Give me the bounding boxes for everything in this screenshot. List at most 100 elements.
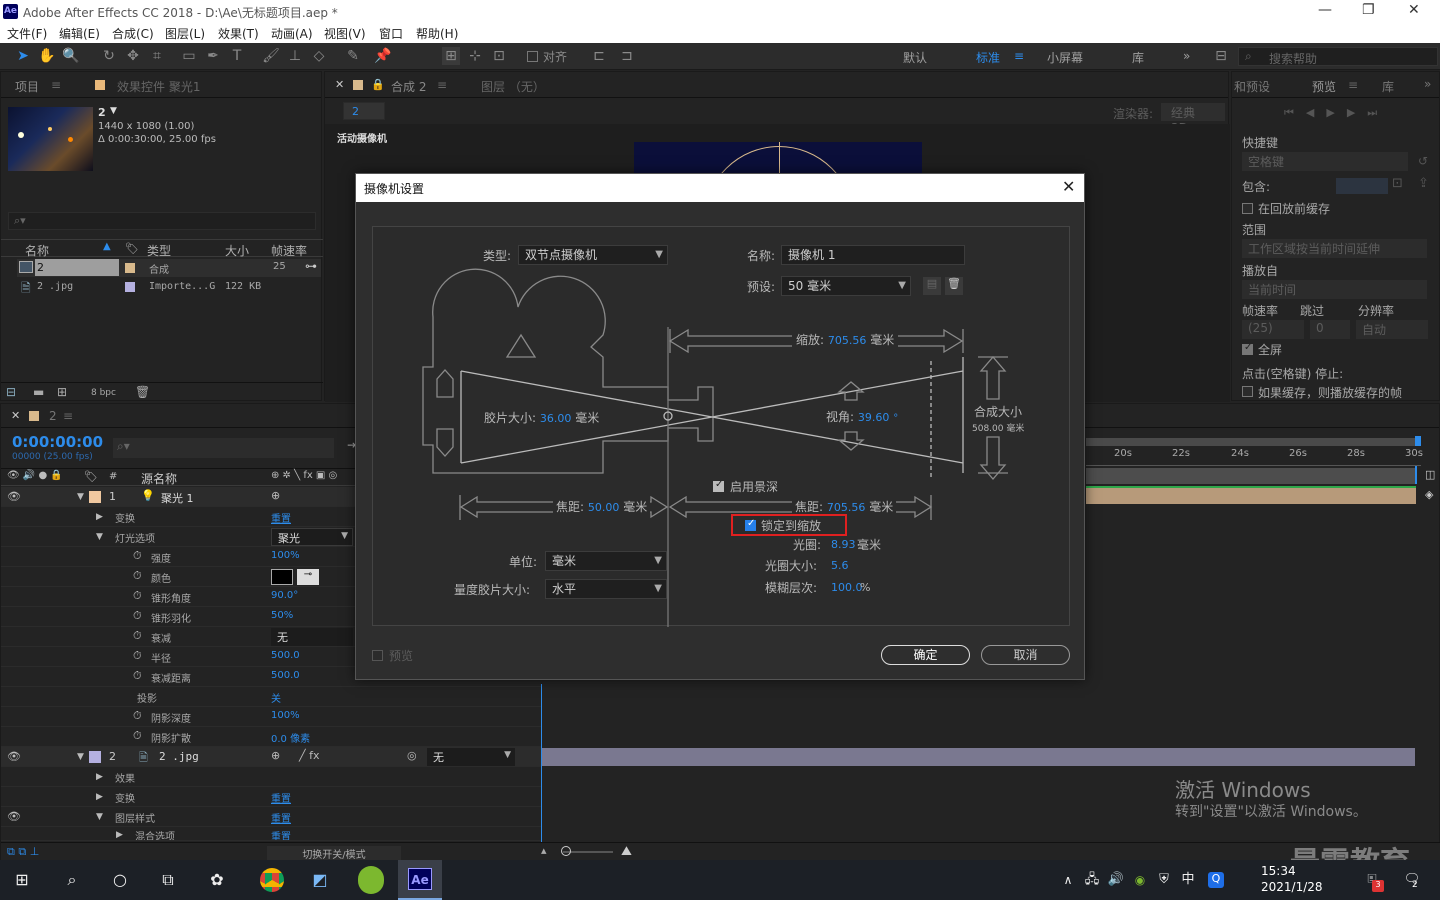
delete-preset-icon[interactable]: 🗑 xyxy=(945,277,963,295)
search-icon[interactable]: ⌕ xyxy=(60,868,84,892)
stopwatch-icon[interactable]: ⏱ xyxy=(133,649,142,663)
text-tool-icon[interactable]: T xyxy=(228,47,246,65)
close-tab-icon[interactable]: ✕ xyxy=(11,409,20,422)
falloff-select[interactable]: 无 xyxy=(271,628,353,646)
preview-menu-icon[interactable]: ≡ xyxy=(1348,78,1358,92)
windows-start-icon[interactable]: ⊞ xyxy=(10,868,34,892)
expand-arrow-icon[interactable]: ▶ xyxy=(96,772,103,782)
app-icon[interactable]: ◩ xyxy=(308,868,332,892)
stopwatch-icon[interactable]: ⏱ xyxy=(133,549,142,563)
trash-icon[interactable]: 🗑 xyxy=(135,385,150,399)
visibility-eye-icon[interactable]: 👁 xyxy=(7,750,21,763)
visibility-eye-icon[interactable]: 👁 xyxy=(7,490,21,503)
col-size[interactable]: 大小 xyxy=(225,242,249,259)
ok-button[interactable]: 确定 xyxy=(881,645,970,665)
col-name[interactable]: 名称 xyxy=(25,242,49,259)
prop-value[interactable]: 500.0 xyxy=(271,650,300,661)
prop-value[interactable]: 500.0 xyxy=(271,670,300,681)
pinwheel-app-icon[interactable]: ✿ xyxy=(205,868,229,892)
world-axis-icon[interactable]: ⊹ xyxy=(466,47,484,65)
snap-options-icon[interactable]: ⊏ xyxy=(590,47,608,65)
stopwatch-icon[interactable]: ⏱ xyxy=(133,629,142,643)
toggle-switches-modes[interactable]: 切换开关/模式 xyxy=(267,846,401,861)
bpc-label[interactable]: 8 bpc xyxy=(91,388,116,398)
zoom-slider-handle[interactable] xyxy=(561,846,571,856)
security-icon[interactable]: ⛨ xyxy=(1152,868,1176,892)
stopwatch-icon[interactable]: ⏱ xyxy=(133,589,142,603)
parent-pickwhip-icon[interactable]: ◎ xyxy=(407,749,417,762)
lock-to-zoom-checkbox[interactable]: ✓ xyxy=(745,518,756,531)
close-tab-icon[interactable]: ✕ xyxy=(335,78,344,91)
selection-tool-icon[interactable]: ➤ xyxy=(14,47,32,65)
chrome-icon[interactable] xyxy=(260,868,284,892)
skip-select[interactable]: 0 xyxy=(1310,320,1350,339)
label-color[interactable] xyxy=(125,263,135,273)
range-select[interactable]: 工作区域按当前时间延伸 xyxy=(1242,239,1427,258)
menu-animation[interactable]: 动画(A) xyxy=(271,25,313,42)
tab-effect-controls[interactable]: 效果控件 聚光1 xyxy=(117,78,200,95)
menu-effect[interactable]: 效果(T) xyxy=(218,25,259,42)
zoom-out-icon[interactable]: ▴ xyxy=(541,844,547,857)
eyedropper-icon[interactable]: ⊸ xyxy=(297,569,319,585)
menu-edit[interactable]: 编辑(E) xyxy=(59,25,100,42)
interpret-footage-icon[interactable]: ⊟ xyxy=(6,385,16,399)
prop-value[interactable]: 90.0° xyxy=(271,590,298,601)
col-source-name[interactable]: 源名称 xyxy=(141,470,177,487)
expand-arrow-icon[interactable]: ▼ xyxy=(77,752,84,762)
workspace-panel-icon[interactable]: ⊟ xyxy=(1212,47,1230,65)
comp-breadcrumb[interactable]: 2 xyxy=(343,102,385,120)
stamp-tool-icon[interactable]: ⊥ xyxy=(286,47,304,65)
workspace-library[interactable]: 库 xyxy=(1132,49,1144,66)
preset-select[interactable]: 50 毫米 ▼ xyxy=(781,276,911,296)
flowchart-icon[interactable]: ⊶ xyxy=(305,259,317,273)
reset-link[interactable]: 重置 xyxy=(271,810,291,825)
comp-button-icon[interactable]: ◫ xyxy=(1425,468,1435,481)
roto-tool-icon[interactable]: ✎ xyxy=(344,47,362,65)
clock-date[interactable]: 2021/1/28 xyxy=(1261,880,1323,894)
stopwatch-icon[interactable]: ⏱ xyxy=(133,609,142,623)
label-col-icon[interactable]: 🏷 xyxy=(125,242,139,255)
expand-arrow-icon[interactable]: ▶ xyxy=(116,830,123,840)
layer-label-color[interactable] xyxy=(89,751,101,763)
brush-tool-icon[interactable]: 🖌 xyxy=(262,47,280,65)
rotate-tool-icon[interactable]: ↻ xyxy=(100,47,118,65)
tab-layer[interactable]: 图层 （无） xyxy=(481,78,545,95)
thumb-dropdown-icon[interactable]: ▼ xyxy=(110,106,117,116)
resolution-select[interactable]: 自动 xyxy=(1356,320,1428,339)
blur-value[interactable]: 100.0 xyxy=(831,581,863,594)
tray-chevron-icon[interactable]: ∧ xyxy=(1056,868,1080,892)
reset-link[interactable]: 重置 xyxy=(271,828,291,840)
expand-arrow-icon[interactable]: ▶ xyxy=(96,512,103,522)
project-search-input[interactable]: ⌕▾ xyxy=(8,212,316,230)
stopwatch-icon[interactable]: ⏱ xyxy=(133,569,142,583)
reset-link[interactable]: 重置 xyxy=(271,790,291,805)
prop-blending-options[interactable]: ▶ 混合选项 重置 xyxy=(1,827,541,841)
layer-row-2[interactable]: 👁 ▼ 2 🗎 2 .jpg ⊕ ╱ fx ◎ 无 ▼ xyxy=(1,747,541,767)
stopwatch-icon[interactable]: ⏱ xyxy=(133,709,142,723)
film-size-value[interactable]: 36.00 xyxy=(540,412,572,425)
save-preset-icon[interactable]: ▤ xyxy=(923,277,941,295)
expand-arrow-icon[interactable]: ▶ xyxy=(96,792,103,802)
light-type-select[interactable]: 聚光 ▼ xyxy=(271,528,353,546)
current-timecode[interactable]: 0:00:00:00 xyxy=(12,433,103,451)
shy-switch-icon[interactable]: ⊕ xyxy=(271,489,280,502)
shy-switch-icon[interactable]: ⊕ xyxy=(271,749,280,762)
visibility-eye-icon[interactable]: 👁 xyxy=(7,810,21,823)
layer-2-bar[interactable] xyxy=(541,748,1415,766)
more-workspaces-icon[interactable]: » xyxy=(1183,49,1190,63)
measure-film-select[interactable]: 水平 ▼ xyxy=(545,579,667,599)
camera-tool-icon[interactable]: ✥ xyxy=(124,47,142,65)
dof-checkbox[interactable]: ✓ xyxy=(713,479,724,492)
play-from-select[interactable]: 当前时间 xyxy=(1242,280,1427,299)
new-comp-icon[interactable]: ⊞ xyxy=(57,385,67,399)
angle-value[interactable]: 39.60 xyxy=(858,411,890,424)
work-area-end-handle[interactable] xyxy=(1415,436,1421,446)
layer-search-input[interactable]: ⌕▾ xyxy=(113,438,334,458)
if-cache-checkbox[interactable] xyxy=(1242,386,1253,397)
new-folder-icon[interactable]: ▬ xyxy=(33,385,44,399)
zoom-nav-icon[interactable]: ◈ xyxy=(1425,488,1433,501)
tab-composition[interactable]: 合成 2 xyxy=(391,78,426,95)
local-axis-icon[interactable]: ⊞ xyxy=(442,47,460,65)
rect-tool-icon[interactable]: ▭ xyxy=(180,47,198,65)
layer-1-bar[interactable] xyxy=(1086,486,1416,504)
